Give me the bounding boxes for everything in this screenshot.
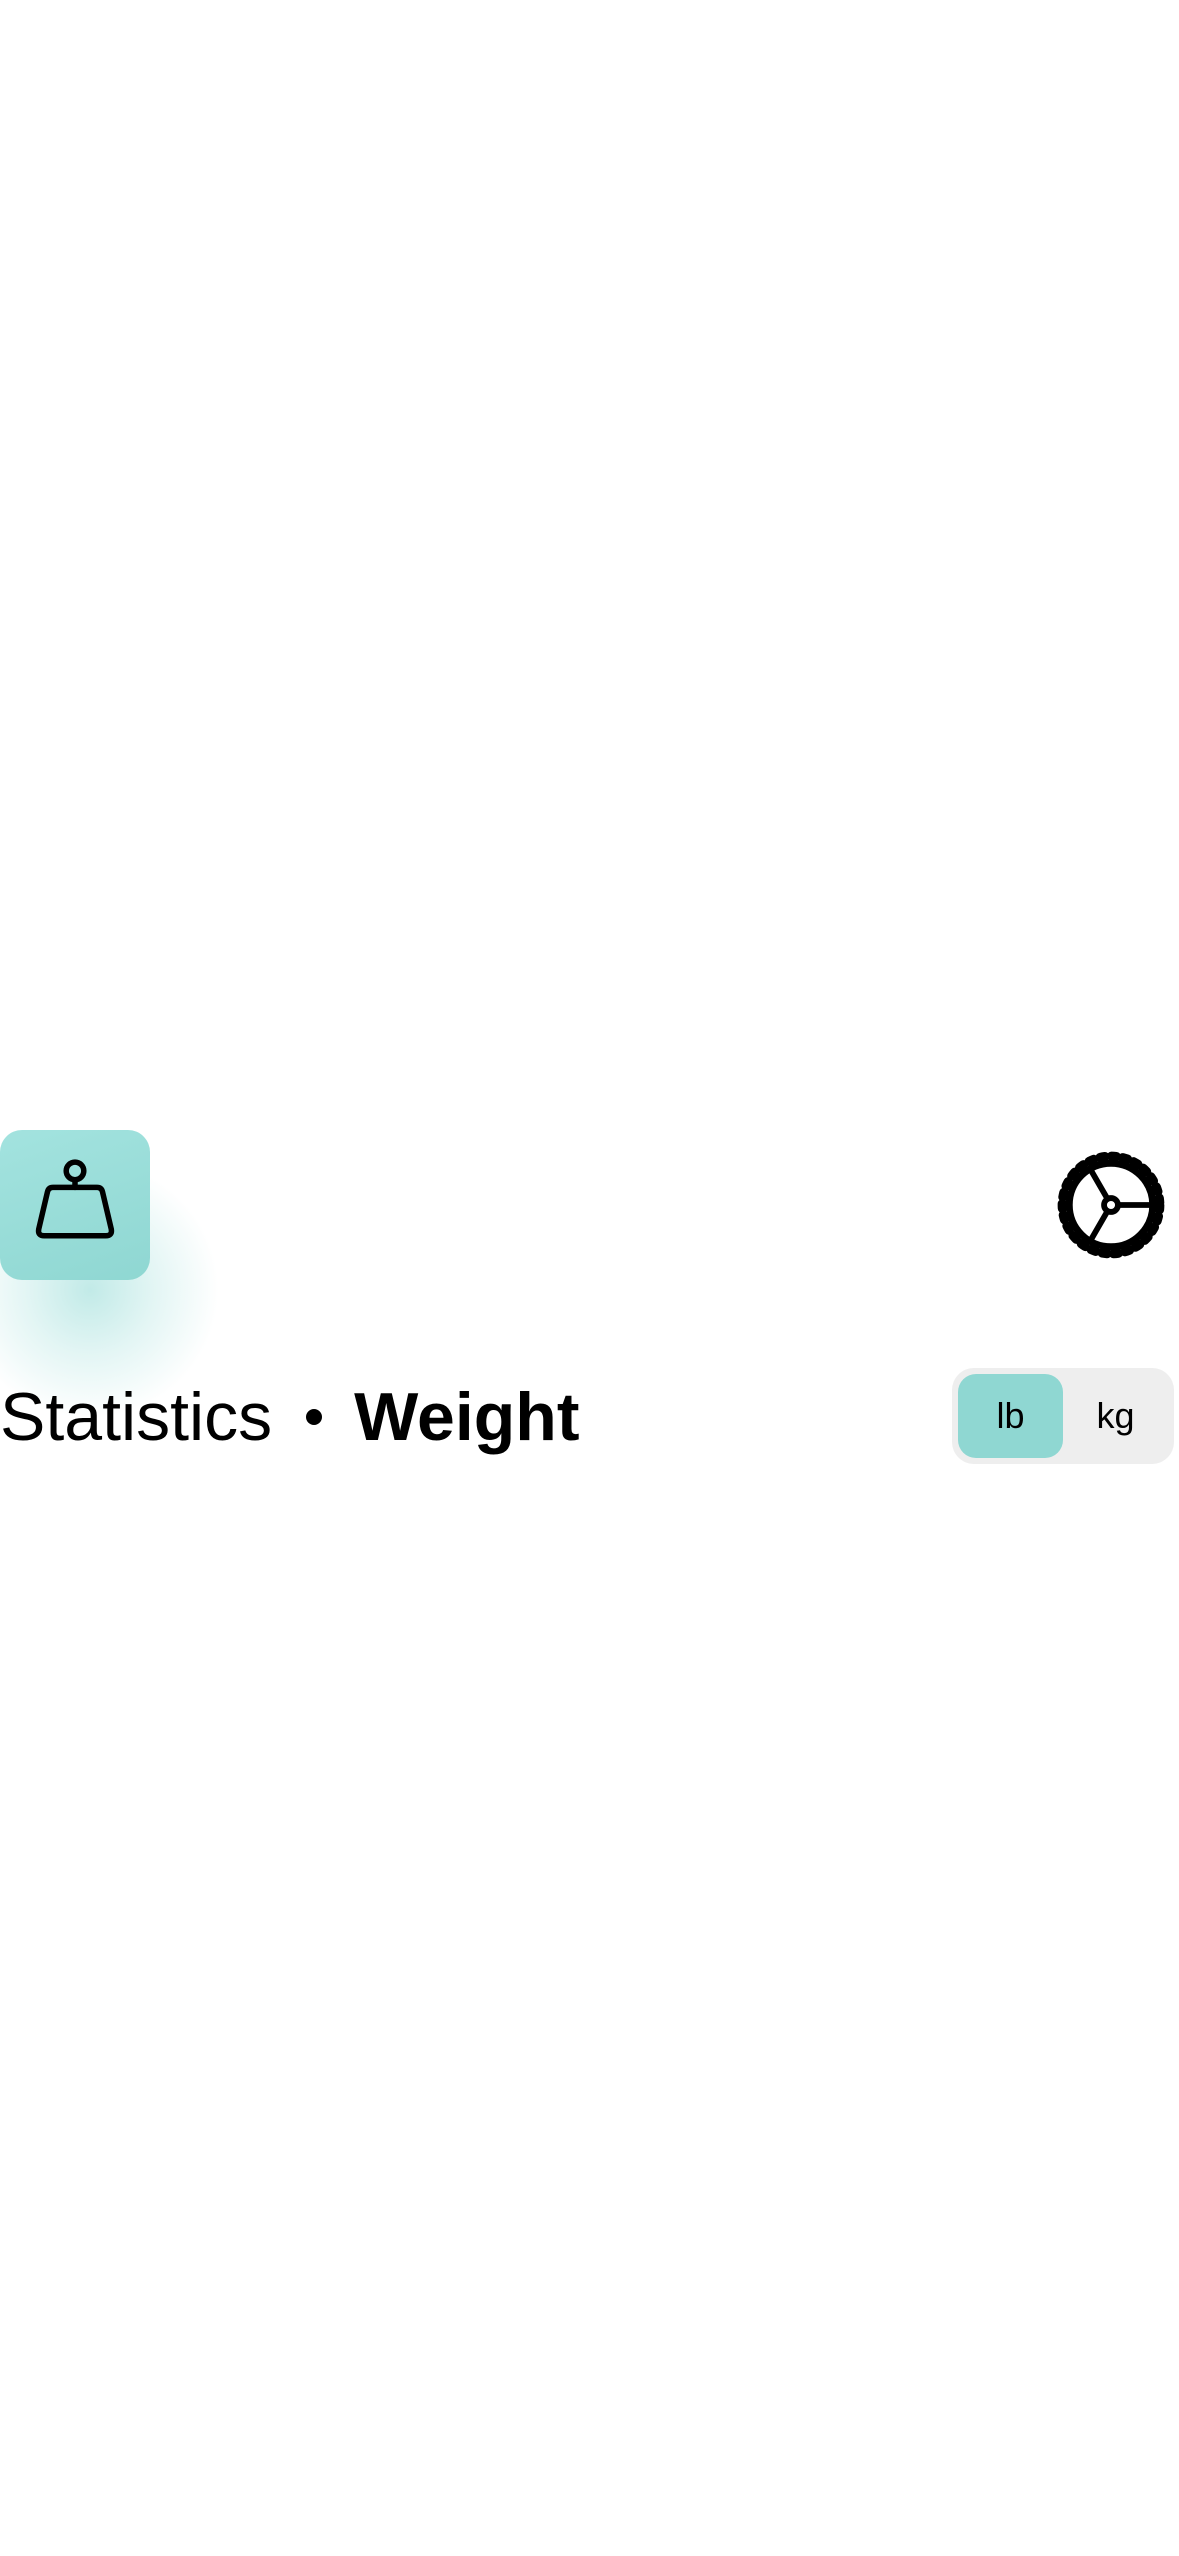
- title-section: Statistics: [0, 1379, 273, 1455]
- gear-icon: [1057, 1151, 1165, 1259]
- page-title: Statistics Weight: [0, 1372, 579, 1462]
- settings-button[interactable]: [1052, 1146, 1170, 1264]
- title-page: Weight: [354, 1379, 580, 1455]
- weight-icon: [35, 1159, 115, 1239]
- unit-toggle[interactable]: lb kg: [952, 1368, 1174, 1464]
- unit-option-lb[interactable]: lb: [958, 1374, 1063, 1458]
- unit-option-kg[interactable]: kg: [1063, 1374, 1168, 1458]
- title-separator-dot: [306, 1409, 323, 1425]
- app-icon: [0, 1130, 150, 1280]
